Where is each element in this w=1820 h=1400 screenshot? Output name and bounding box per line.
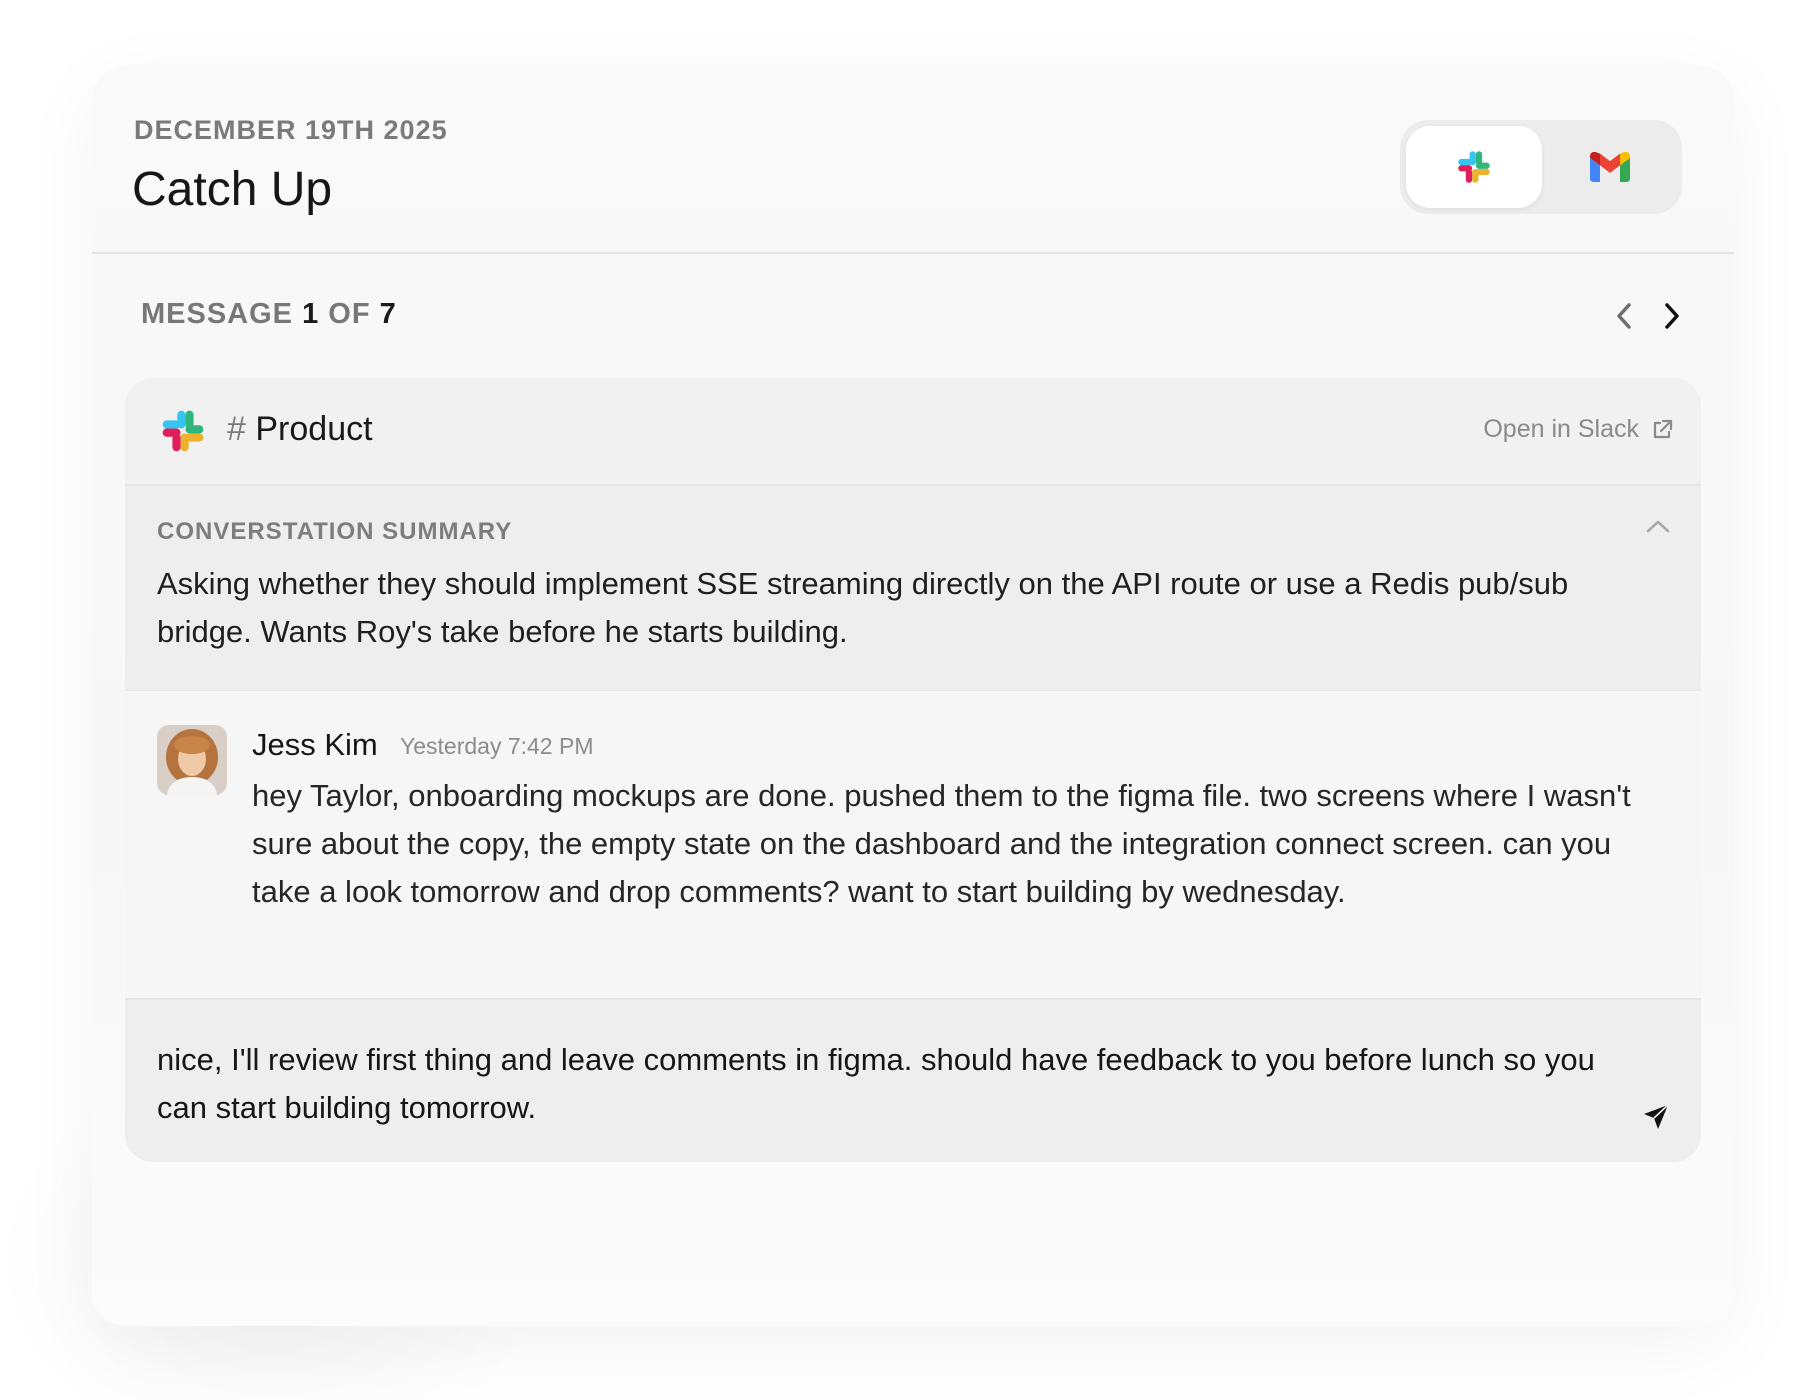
channel-header: # Product Open in Slack	[125, 378, 1701, 486]
message-text: hey Taylor, onboarding mockups are done.…	[252, 778, 1631, 909]
header-date: DECEMBER 19TH 2025	[134, 115, 448, 145]
gmail-icon	[1590, 152, 1630, 182]
avatar	[157, 725, 227, 795]
collapse-summary-button[interactable]	[1645, 518, 1671, 539]
previous-message-button[interactable]	[1606, 298, 1642, 334]
source-toggle-gmail[interactable]	[1542, 126, 1678, 208]
message-timestamp: Yesterday 7:42 PM	[400, 733, 594, 759]
open-in-slack-label: Open in Slack	[1483, 415, 1639, 443]
slack-icon	[1458, 151, 1490, 183]
send-button[interactable]	[1639, 1100, 1673, 1134]
message-counter: MESSAGE 1 OF 7	[141, 298, 397, 331]
panel-header: DECEMBER 19TH 2025 Catch Up	[92, 66, 1734, 254]
message-item: Jess Kim Yesterday 7:42 PM hey Taylor, o…	[125, 690, 1701, 999]
summary-label: CONVERSTATION SUMMARY	[157, 518, 513, 545]
send-icon	[1644, 1104, 1669, 1129]
chevron-left-icon	[1617, 303, 1631, 329]
conversation-summary: CONVERSTATION SUMMARY Asking whether the…	[125, 486, 1701, 690]
chevron-right-icon	[1665, 303, 1679, 329]
counter-current: 1	[302, 298, 320, 330]
open-in-slack-link[interactable]: Open in Slack	[1483, 415, 1673, 444]
counter-of: OF	[328, 298, 371, 330]
source-toggle-slack[interactable]	[1406, 126, 1542, 208]
channel-label: Product	[255, 410, 373, 448]
slack-icon	[161, 409, 205, 458]
next-message-button[interactable]	[1654, 298, 1690, 334]
counter-total: 7	[379, 298, 397, 330]
message-author: Jess Kim	[252, 727, 378, 762]
message-card: # Product Open in Slack CONVERSTATION SU…	[125, 378, 1701, 1162]
counter-label: MESSAGE	[141, 298, 294, 330]
source-toggle	[1400, 120, 1682, 214]
catch-up-panel: DECEMBER 19TH 2025 Catch Up MESSAGE 1 OF…	[92, 66, 1734, 1326]
reply-composer[interactable]: nice, I'll review first thing and leave …	[125, 998, 1701, 1162]
summary-text: Asking whether they should implement SSE…	[157, 566, 1569, 649]
reply-input[interactable]: nice, I'll review first thing and leave …	[157, 1036, 1597, 1132]
channel-hash: #	[227, 410, 246, 448]
external-link-icon	[1653, 419, 1673, 438]
chevron-up-icon	[1646, 520, 1670, 533]
channel-name: # Product	[227, 410, 373, 449]
page-title: Catch Up	[132, 163, 333, 216]
